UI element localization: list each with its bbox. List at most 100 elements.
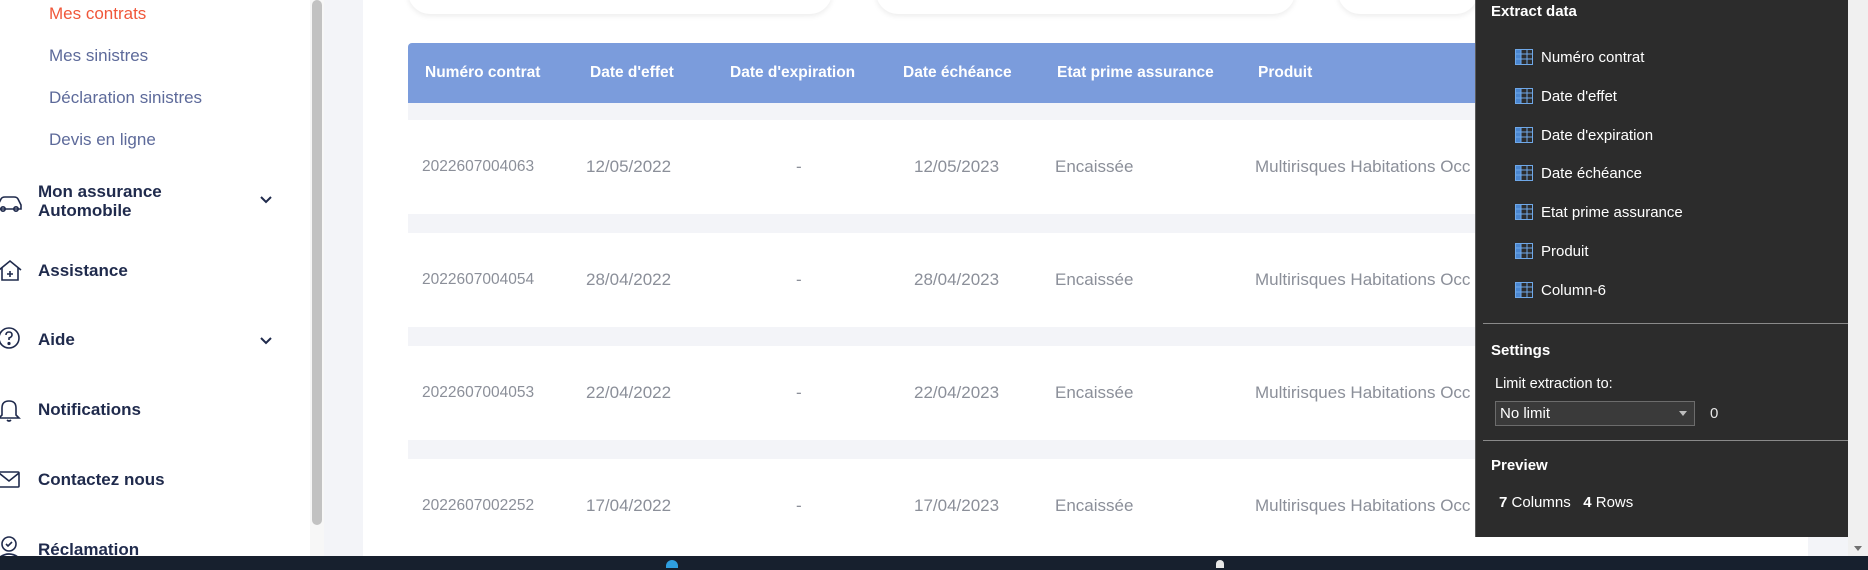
extract-column-item[interactable]: Date d'expiration: [1515, 125, 1653, 145]
cell-numero-contrat: 2022607004053: [422, 384, 535, 401]
extract-column-label: Column-6: [1541, 281, 1607, 299]
cell-date-echeance: 22/04/2023: [914, 383, 1000, 402]
extract-column-label: Date échéance: [1541, 164, 1642, 182]
table-column-icon: [1515, 282, 1533, 298]
row-separator: [408, 214, 1500, 233]
cell-date-effet: 12/05/2022: [586, 157, 672, 176]
limit-extraction-select[interactable]: No limit: [1495, 401, 1695, 426]
sidebar-item-aide[interactable]: Aide: [0, 325, 300, 355]
extract-column-item[interactable]: Numéro contrat: [1515, 47, 1644, 67]
sidebar-item-reclamation[interactable]: Réclamation: [0, 533, 300, 559]
cell-numero-contrat: 2022607002252: [422, 497, 535, 514]
cell-date-effet: 22/04/2022: [586, 383, 672, 402]
limit-extraction-value[interactable]: 0: [1710, 405, 1718, 422]
cell-produit: Multirisques Habitations Occ: [1255, 270, 1471, 289]
extract-column-item[interactable]: Column-6: [1515, 280, 1606, 300]
cell-date-expiration: -: [796, 496, 802, 515]
column-header-produit[interactable]: Produit: [1258, 43, 1312, 103]
cell-date-echeance: 17/04/2023: [914, 496, 1000, 515]
row-separator: [408, 327, 1500, 346]
cell-numero-contrat: 2022607004063: [422, 158, 535, 175]
preview-columns-count: 7: [1499, 494, 1508, 511]
table-column-icon: [1515, 243, 1533, 259]
table-column-icon: [1515, 165, 1533, 181]
panel-divider: [1483, 440, 1868, 441]
sidebar-item-mes-sinistres[interactable]: Mes sinistres: [49, 46, 148, 66]
sidebar-item-label: Aide: [38, 330, 75, 349]
column-header-date-echeance[interactable]: Date échéance: [903, 43, 1012, 103]
cell-numero-contrat: 2022607004054: [422, 271, 535, 288]
summary-card: [876, 0, 1295, 14]
extract-column-label: Date d'expiration: [1541, 126, 1654, 144]
table-row[interactable]: 2022607002252 17/04/2022 - 17/04/2023 En…: [408, 459, 1500, 553]
extract-column-label: Etat prime assurance: [1541, 203, 1683, 221]
column-header-date-effet[interactable]: Date d'effet: [590, 43, 674, 103]
taskbar-app-icon[interactable]: [1216, 560, 1224, 568]
scroll-down-arrow-icon[interactable]: [1854, 546, 1862, 551]
sidebar-item-label: Contactez nous: [38, 470, 165, 489]
extract-column-item[interactable]: Produit: [1515, 241, 1589, 261]
car-icon: [0, 188, 24, 216]
assistance-icon: [0, 256, 24, 284]
sidebar-item-label: Notifications: [38, 400, 141, 419]
sidebar-item-devis-en-ligne[interactable]: Devis en ligne: [49, 130, 156, 150]
contracts-table-header: Numéro contrat Date d'effet Date d'expir…: [408, 43, 1500, 103]
table-column-icon: [1515, 204, 1533, 220]
extract-column-label: Numéro contrat: [1541, 48, 1645, 66]
extract-column-item[interactable]: Etat prime assurance: [1515, 202, 1683, 222]
sidebar-item-mon-assurance-automobile[interactable]: Mon assurance Automobile: [0, 180, 300, 222]
extract-column-label: Date d'effet: [1541, 87, 1617, 105]
limit-extraction-label: Limit extraction to:: [1495, 376, 1613, 392]
table-column-icon: [1515, 88, 1533, 104]
dropdown-arrow-icon: [1679, 411, 1687, 416]
panel-divider: [1483, 323, 1868, 324]
extract-data-panel: Extract data Numéro contrat Date d'effet…: [1475, 0, 1868, 556]
column-header-date-expiration[interactable]: Date d'expiration: [730, 43, 855, 103]
chevron-down-icon[interactable]: [258, 192, 274, 208]
extract-column-item[interactable]: Date d'effet: [1515, 86, 1617, 106]
cell-date-effet: 28/04/2022: [586, 270, 672, 289]
bell-icon: [0, 395, 24, 423]
sidebar-scrollbar-thumb[interactable]: [312, 0, 322, 525]
column-header-etat-prime[interactable]: Etat prime assurance: [1057, 43, 1214, 103]
panel-scrollbar[interactable]: [1848, 0, 1868, 556]
taskbar-app-icon[interactable]: [666, 560, 678, 568]
sidebar-item-label: Mon assurance: [38, 182, 162, 201]
settings-title: Settings: [1491, 342, 1551, 359]
sidebar-item-assistance[interactable]: Assistance: [0, 256, 300, 286]
table-column-icon: [1515, 127, 1533, 143]
extract-column-label: Produit: [1541, 242, 1589, 260]
help-icon: [0, 325, 24, 353]
sidebar-item-notifications[interactable]: Notifications: [0, 395, 300, 425]
cell-etat-prime: Encaissée: [1055, 383, 1134, 402]
cell-date-expiration: -: [796, 383, 802, 402]
preview-summary: 7 Columns 4 Rows: [1499, 494, 1633, 511]
preview-rows-count: 4: [1583, 494, 1592, 511]
sidebar-item-mes-contrats[interactable]: Mes contrats: [49, 4, 146, 24]
chevron-down-icon[interactable]: [258, 333, 274, 349]
sidebar-item-contactez-nous[interactable]: Contactez nous: [0, 465, 300, 495]
summary-card: [408, 0, 832, 14]
sidebar-item-label: Automobile: [38, 201, 132, 220]
cell-date-expiration: -: [796, 157, 802, 176]
panel-border: [1475, 0, 1476, 537]
table-column-icon: [1515, 49, 1533, 65]
column-header-numero-contrat[interactable]: Numéro contrat: [425, 43, 540, 103]
taskbar: [0, 556, 1868, 570]
cell-produit: Multirisques Habitations Occ: [1255, 496, 1471, 515]
preview-rows-label: Rows: [1595, 494, 1634, 511]
cell-produit: Multirisques Habitations Occ: [1255, 383, 1471, 402]
table-row[interactable]: 2022607004054 28/04/2022 - 28/04/2023 En…: [408, 233, 1500, 327]
table-row[interactable]: 2022607004063 12/05/2022 - 12/05/2023 En…: [408, 120, 1500, 214]
cell-date-expiration: -: [796, 270, 802, 289]
preview-columns-label: Columns: [1511, 494, 1571, 511]
preview-title: Preview: [1491, 457, 1548, 474]
cell-date-echeance: 28/04/2023: [914, 270, 1000, 289]
row-separator: [408, 440, 1500, 459]
cell-etat-prime: Encaissée: [1055, 270, 1134, 289]
table-row[interactable]: 2022607004053 22/04/2022 - 22/04/2023 En…: [408, 346, 1500, 440]
mail-icon: [0, 465, 24, 493]
sidebar-item-declaration-sinistres[interactable]: Déclaration sinistres: [49, 88, 202, 108]
cell-etat-prime: Encaissée: [1055, 157, 1134, 176]
extract-column-item[interactable]: Date échéance: [1515, 163, 1642, 183]
